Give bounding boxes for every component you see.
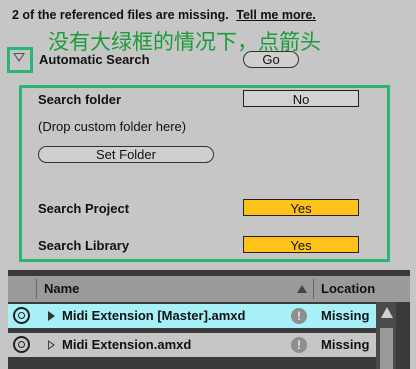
file-location: Missing <box>321 308 370 323</box>
column-separator <box>313 279 314 299</box>
column-header-name[interactable]: Name <box>44 276 79 302</box>
hot-swap-icon[interactable] <box>13 307 30 324</box>
search-library-label: Search Library <box>38 238 130 253</box>
tell-me-more-link[interactable]: Tell me more. <box>236 8 316 22</box>
scroll-up-arrow-icon[interactable] <box>381 307 393 318</box>
search-project-toggle[interactable]: Yes <box>243 199 359 216</box>
missing-files-message: 2 of the referenced files are missing. T… <box>12 8 316 22</box>
file-name: Midi Extension.amxd <box>62 337 192 352</box>
table-header: Name Location <box>8 276 410 302</box>
set-folder-button[interactable]: Set Folder <box>38 146 214 163</box>
hot-swap-icon[interactable] <box>13 336 30 353</box>
disclosure-triangle-inner <box>15 54 23 60</box>
search-folder-label: Search folder <box>38 92 122 107</box>
search-project-label: Search Project <box>38 201 130 216</box>
sort-ascending-icon[interactable] <box>297 285 307 293</box>
column-header-location[interactable]: Location <box>321 276 375 302</box>
file-location: Missing <box>321 337 370 352</box>
search-library-toggle[interactable]: Yes <box>243 236 359 253</box>
search-folder-toggle[interactable]: No <box>243 90 359 107</box>
preview-play-icon[interactable] <box>48 340 55 350</box>
table-row[interactable]: Midi Extension [Master].amxd ! Missing <box>8 304 376 328</box>
column-separator <box>36 279 37 299</box>
go-button[interactable]: Go <box>243 51 299 68</box>
preview-play-icon[interactable] <box>48 311 55 321</box>
warning-icon: ! <box>291 308 307 324</box>
warning-icon: ! <box>291 337 307 353</box>
automatic-search-label: Automatic Search <box>39 52 150 67</box>
missing-files-text: 2 of the referenced files are missing. <box>12 8 229 22</box>
file-name: Midi Extension [Master].amxd <box>62 308 246 323</box>
scrollbar-thumb[interactable] <box>380 328 393 369</box>
table-row[interactable]: Midi Extension.amxd ! Missing <box>8 333 376 357</box>
drop-folder-hint[interactable]: (Drop custom folder here) <box>38 119 186 134</box>
